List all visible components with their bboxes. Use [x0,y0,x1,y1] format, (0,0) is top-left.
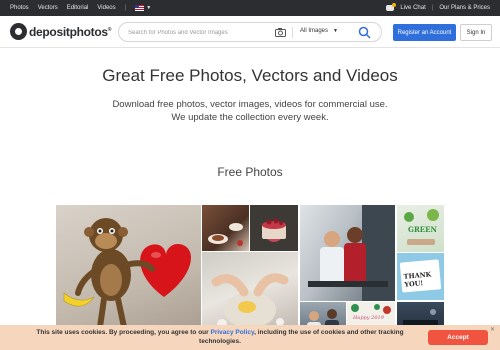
nav-separator: | [124,5,127,11]
office-people-image [308,205,395,301]
search-icon[interactable] [358,26,371,39]
close-icon[interactable]: ✕ [490,326,495,333]
search-divider [292,27,293,38]
photo-cake[interactable] [250,205,298,251]
subtitle-line-1: Download free photos, vector images, vid… [112,99,388,110]
cake-image [262,218,286,239]
cookie-banner: This site uses cookies. By proceeding, y… [0,325,500,350]
subtitle-line-2: We update the collection every week. [171,112,329,123]
privacy-policy-link[interactable]: Privacy Policy [210,329,254,336]
logo-mark-icon [10,23,27,40]
photo-tea[interactable] [202,205,249,251]
register-button[interactable]: Register an Account [393,24,456,41]
search-bar: All Images ▼ [118,22,382,42]
top-nav: Photos Vectors Editorial Videos | ▼ [10,0,151,16]
nav-editorial[interactable]: Editorial [67,5,89,11]
language-selector[interactable]: ▼ [135,5,151,11]
page-subtitle: Download free photos, vector images, vid… [0,98,500,124]
photo-office-couple[interactable] [300,205,395,301]
photo-monkey-heart[interactable] [56,205,201,340]
nav-videos[interactable]: Videos [97,5,115,11]
monkey-heart-illustration [63,218,191,330]
chat-icon [386,3,397,11]
category-select[interactable]: All Images ▼ [300,28,338,34]
thanks-text: THANK YOU! [403,270,432,289]
tea-cups-image [208,223,243,246]
camera-icon[interactable] [275,28,286,37]
header: depositphotos® All Images ▼ Register an … [0,16,500,48]
plans-link[interactable]: Our Plans & Prices [439,5,490,11]
top-bar: Photos Vectors Editorial Videos | ▼ Live… [0,0,500,16]
top-right: Live Chat | Our Plans & Prices [386,0,490,16]
search-input[interactable] [128,26,268,39]
category-label: All Images [300,28,329,34]
photo-thank-you[interactable]: THANK YOU! [397,253,444,300]
signin-button[interactable]: Sign In [460,24,492,41]
new-year-text: Happy 2019 [353,315,384,321]
accept-button[interactable]: Accept [428,330,488,345]
live-chat-link[interactable]: Live Chat [400,5,425,11]
green-text: GREEN [408,225,437,234]
chevron-down-icon: ▼ [333,28,338,34]
photo-go-green[interactable]: GREEN [397,205,444,252]
us-flag-icon [135,5,145,11]
page-title: Great Free Photos, Vectors and Videos [102,66,398,85]
nav-photos[interactable]: Photos [10,5,29,11]
right-separator: | [431,5,434,11]
nav-vectors[interactable]: Vectors [38,5,58,11]
chevron-down-icon: ▼ [146,5,152,11]
free-photos-heading: Free Photos [217,165,283,179]
logo[interactable]: depositphotos® [10,23,111,40]
logo-text: depositphotos® [29,24,112,39]
cookie-text: This site uses cookies. By proceeding, y… [36,329,404,345]
